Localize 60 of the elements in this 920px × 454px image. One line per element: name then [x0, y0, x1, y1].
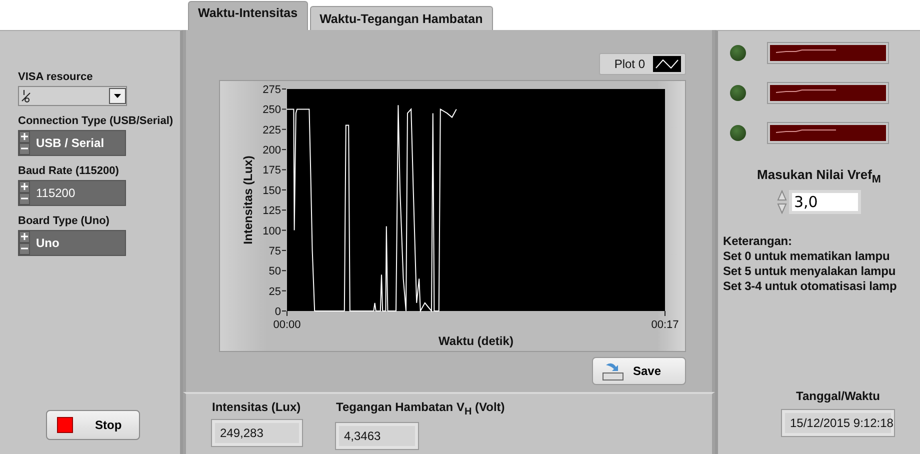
- caret-icon: [114, 94, 121, 98]
- tick-label: 00:17: [651, 319, 679, 331]
- tick-label: 50: [268, 266, 281, 278]
- note-line: Set 5 untuk menyalakan lampu: [723, 264, 897, 279]
- tick-label: 275: [262, 84, 281, 96]
- tab[interactable]: Waktu-Tegangan Hambatan: [310, 6, 493, 30]
- notes-title: Keterangan:: [723, 234, 793, 249]
- tick-label: 75: [268, 245, 281, 258]
- tab[interactable]: Waktu-Intensitas: [188, 1, 308, 30]
- spinner-icon[interactable]: [777, 188, 787, 216]
- decrement-icon[interactable]: [19, 193, 30, 205]
- numeric-indicator: 4,3463: [336, 423, 418, 450]
- control-value: Uno: [35, 235, 60, 252]
- indicator-label: Intensitas (Lux): [212, 400, 301, 414]
- indicator-label: Tegangan Hambatan V$_{H}$ (Volt): [336, 400, 505, 418]
- stop-button[interactable]: Stop: [46, 410, 140, 440]
- control-label: Connection Type (USB/Serial): [18, 115, 174, 127]
- control-label: Board Type (Uno): [18, 215, 110, 227]
- tick-label: 250: [262, 104, 281, 116]
- stroke-icon: [776, 129, 836, 133]
- line-style-icon: [653, 56, 681, 72]
- note-line: Set 3-4 untuk otomatisasi lamp: [723, 278, 898, 294]
- increment-icon[interactable]: [19, 231, 30, 243]
- stroke-icon: [776, 89, 836, 93]
- tick-label: 25: [268, 286, 281, 298]
- tick-label: 125: [262, 205, 281, 218]
- tick-label: 150: [262, 184, 281, 197]
- stop-icon: [57, 417, 73, 433]
- note-line: Set 0 untuk mematikan lampu: [723, 248, 891, 264]
- stroke-icon: [776, 49, 836, 53]
- tick-label: 00:00: [273, 319, 301, 331]
- plot-legend[interactable]: Plot 0: [599, 53, 686, 75]
- axis-title: Intensitas (Lux): [241, 156, 255, 244]
- ring-control[interactable]: USB / Serial: [18, 130, 126, 156]
- decrement-icon[interactable]: [19, 243, 30, 255]
- tick-label: 0: [274, 306, 281, 318]
- datetime-indicator: 15/12/2015 9:12:18: [782, 410, 894, 436]
- axis-title: Waktu (detik): [438, 334, 514, 348]
- resource-dropdown[interactable]: [18, 86, 127, 106]
- save-button[interactable]: Save: [592, 357, 686, 385]
- control-label: Baud Rate (115200): [18, 165, 119, 177]
- control-label: Masukan Nilai Vref$_{M}$: [757, 167, 881, 186]
- drive-icon: [601, 361, 625, 381]
- tick-label: 175: [262, 164, 281, 177]
- decrement-icon[interactable]: [19, 143, 30, 155]
- increment-icon[interactable]: [19, 131, 30, 143]
- indicator-label: Tanggal/Waktu: [796, 389, 880, 403]
- numeric-control[interactable]: 115200: [18, 180, 126, 206]
- control-label: VISA resource: [18, 71, 93, 83]
- legend-label: Plot 0: [614, 57, 645, 71]
- tick-label: 100: [262, 225, 281, 238]
- increment-icon[interactable]: [19, 181, 30, 193]
- tick-label: 225: [262, 124, 281, 136]
- control-value: 115200: [35, 185, 76, 202]
- tick-label: 200: [262, 144, 281, 157]
- control-value: USB / Serial: [35, 135, 106, 152]
- vref-input[interactable]: 3,0: [789, 190, 861, 214]
- io-icon: [21, 89, 31, 103]
- ring-control[interactable]: Uno: [18, 230, 126, 256]
- numeric-indicator: 249,283: [212, 420, 302, 446]
